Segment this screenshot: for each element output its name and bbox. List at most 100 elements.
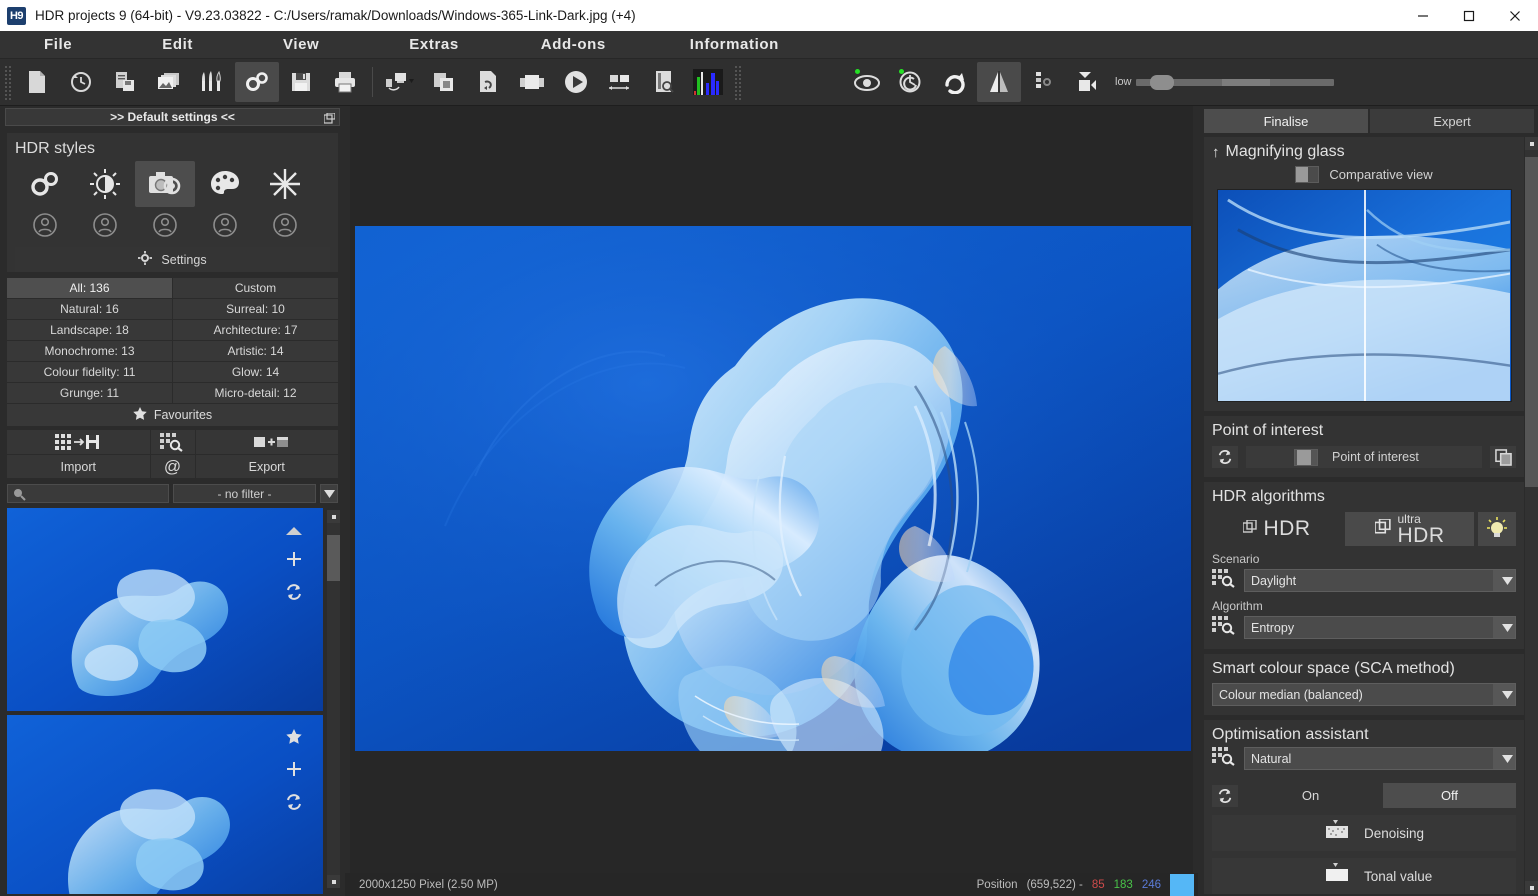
scroll-up-button[interactable]	[1525, 137, 1538, 150]
category-monochrome[interactable]: Monochrome: 13	[7, 341, 172, 361]
zoom-slider-handle[interactable]	[1149, 74, 1174, 90]
contrast-style-icon[interactable]	[75, 161, 135, 207]
scrollbar-thumb[interactable]	[1525, 157, 1538, 487]
export-label[interactable]: Export	[195, 455, 338, 478]
category-artistic[interactable]: Artistic: 14	[173, 341, 338, 361]
reset-icon[interactable]	[1212, 446, 1238, 468]
styles-settings-button[interactable]: Settings	[15, 247, 330, 272]
print-icon[interactable]	[323, 62, 367, 102]
preset-browse-icon[interactable]	[1212, 615, 1238, 640]
scenario-select[interactable]: Daylight	[1244, 569, 1516, 592]
tab-expert[interactable]: Expert	[1370, 109, 1534, 133]
menu-information[interactable]: Information	[684, 34, 785, 55]
star-icon[interactable]	[286, 729, 302, 750]
right-panel-scrollbar[interactable]	[1525, 137, 1538, 894]
user-style-icon-1[interactable]	[15, 207, 75, 243]
algorithm-select[interactable]: Entropy	[1244, 616, 1516, 639]
main-image[interactable]	[355, 226, 1191, 751]
gears-icon[interactable]	[235, 62, 279, 102]
save-as-icon[interactable]	[103, 62, 147, 102]
scroll-down-button[interactable]	[1525, 881, 1538, 894]
gears-style-icon[interactable]	[15, 161, 75, 207]
play-icon[interactable]	[554, 62, 598, 102]
crop-icon[interactable]	[1021, 62, 1065, 102]
realtime-icon[interactable]	[889, 62, 933, 102]
reset-icon[interactable]	[285, 793, 303, 816]
histogram-icon[interactable]	[686, 62, 730, 102]
sparkle-style-icon[interactable]	[255, 161, 315, 207]
canvas-area[interactable]	[345, 106, 1198, 873]
preset-browse-icon[interactable]	[1212, 746, 1238, 771]
preset-thumbnail-selected[interactable]	[7, 508, 323, 712]
brushes-icon[interactable]	[191, 62, 235, 102]
new-image-icon[interactable]	[15, 62, 59, 102]
user-style-icon-5[interactable]	[255, 207, 315, 243]
category-custom[interactable]: Custom	[173, 278, 338, 298]
list-item[interactable]	[7, 508, 323, 712]
toolbar-grip-2[interactable]	[734, 64, 742, 100]
menu-view[interactable]: View	[277, 34, 325, 55]
chevron-down-icon[interactable]	[1493, 748, 1515, 769]
comparative-view-toggle[interactable]	[1295, 166, 1320, 183]
batch-icon[interactable]	[466, 62, 510, 102]
tab-finalise[interactable]: Finalise	[1204, 109, 1368, 133]
import-label[interactable]: Import	[7, 455, 150, 478]
reset-icon[interactable]	[1212, 784, 1238, 807]
import-icon[interactable]	[7, 430, 150, 454]
preset-thumbnail[interactable]	[7, 715, 323, 894]
filter-select[interactable]: - no filter -	[173, 484, 316, 503]
undock-icon[interactable]	[323, 111, 336, 129]
preset-scrollbar[interactable]	[327, 510, 340, 888]
toolbar-grip[interactable]	[4, 64, 12, 100]
zoom-slider[interactable]	[1135, 74, 1334, 90]
history-icon[interactable]	[59, 62, 103, 102]
scroll-down-button[interactable]	[327, 875, 340, 888]
chevron-down-icon[interactable]	[1493, 684, 1515, 705]
favourites-button[interactable]: Favourites	[7, 404, 338, 426]
preset-browse-icon[interactable]	[1212, 568, 1238, 593]
timelapse-icon[interactable]	[598, 62, 642, 102]
category-all[interactable]: All: 136	[7, 278, 172, 298]
search-input[interactable]	[7, 484, 169, 503]
category-micro-detail[interactable]: Micro-detail: 12	[173, 383, 338, 403]
category-grunge[interactable]: Grunge: 11	[7, 383, 172, 403]
copy-images-icon[interactable]	[422, 62, 466, 102]
chevron-down-icon[interactable]	[320, 484, 338, 503]
category-landscape[interactable]: Landscape: 18	[7, 320, 172, 340]
default-settings-header[interactable]: >> Default settings <<	[5, 108, 340, 126]
denoising-row[interactable]: Denoising	[1212, 815, 1516, 851]
menu-extras[interactable]: Extras	[403, 34, 464, 55]
hdr-button[interactable]: HDR	[1212, 512, 1341, 546]
export-icon[interactable]	[195, 430, 338, 454]
camera-style-icon[interactable]	[135, 161, 195, 207]
palette-style-icon[interactable]	[195, 161, 255, 207]
menu-addons[interactable]: Add-ons	[535, 34, 612, 55]
arrow-up-icon[interactable]: ↑	[1212, 144, 1220, 161]
list-item[interactable]	[7, 715, 323, 894]
duplicate-icon[interactable]	[1490, 446, 1516, 468]
category-colour-fidelity[interactable]: Colour fidelity: 11	[7, 362, 172, 382]
category-architecture[interactable]: Architecture: 17	[173, 320, 338, 340]
chevron-down-icon[interactable]	[1493, 570, 1515, 591]
menu-file[interactable]: File	[38, 34, 78, 55]
optimisation-on-button[interactable]: On	[1244, 783, 1377, 808]
minimize-button[interactable]	[1400, 0, 1446, 31]
user-style-icon-3[interactable]	[135, 207, 195, 243]
magnifier-preview[interactable]	[1216, 189, 1512, 402]
collapse-icon[interactable]	[286, 522, 302, 540]
user-style-icon-2[interactable]	[75, 207, 135, 243]
point-of-interest-control[interactable]: Point of interest	[1246, 446, 1482, 468]
menu-edit[interactable]: Edit	[156, 34, 199, 55]
user-style-icon-4[interactable]	[195, 207, 255, 243]
scrollbar-thumb[interactable]	[327, 535, 340, 581]
rotate-icon[interactable]	[933, 62, 977, 102]
category-surreal[interactable]: Surreal: 10	[173, 299, 338, 319]
export-dropdown-icon[interactable]	[378, 62, 422, 102]
optimisation-select[interactable]: Natural	[1244, 747, 1516, 770]
ultra-hdr-button[interactable]: ultra HDR	[1345, 512, 1474, 546]
maximize-button[interactable]	[1446, 0, 1492, 31]
search-presets-icon[interactable]	[150, 430, 195, 454]
close-button[interactable]	[1492, 0, 1538, 31]
inspect-icon[interactable]	[642, 62, 686, 102]
collapse-left-icon[interactable]	[1065, 62, 1109, 102]
